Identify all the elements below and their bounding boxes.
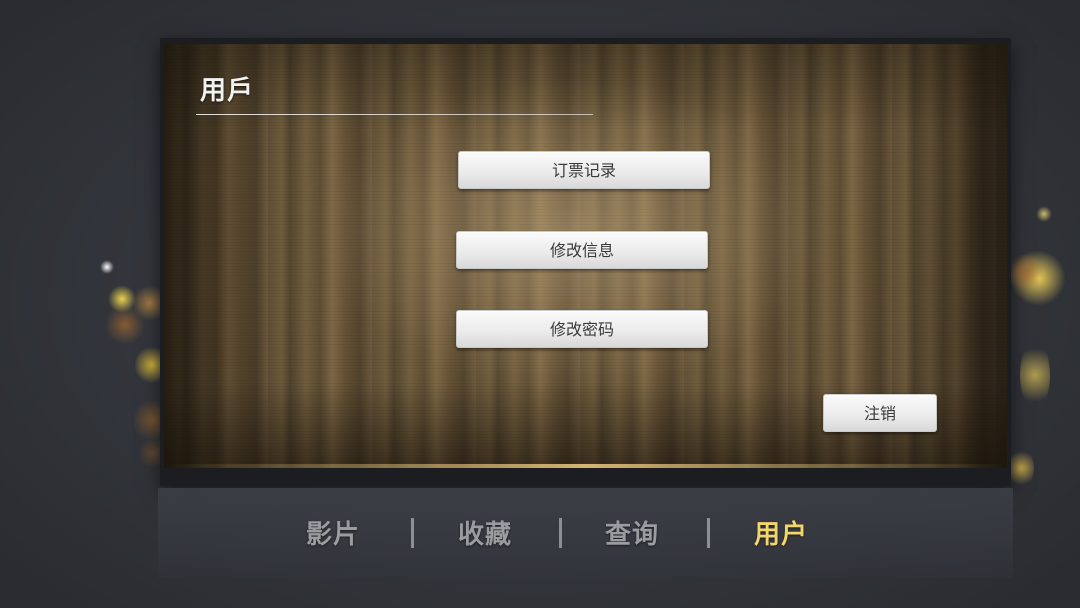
user-panel-frame: 用戶 订票记录 修改信息 修改密码 注销: [160, 38, 1011, 486]
bokeh-light: [100, 260, 114, 274]
bokeh-light: [1036, 206, 1052, 222]
bokeh-light: [1010, 250, 1066, 306]
bottom-nav: 影片 收藏 查询 用户: [158, 488, 1013, 578]
bokeh-light: [1020, 340, 1050, 410]
panel-title: 用戶: [200, 76, 255, 106]
nav-item-movies[interactable]: 影片: [306, 514, 360, 551]
user-panel: 用戶 订票记录 修改信息 修改密码 注销: [164, 44, 1007, 468]
logout-button[interactable]: 注销: [823, 394, 937, 432]
change-password-button[interactable]: 修改密码: [456, 310, 708, 348]
bokeh-light: [1006, 254, 1044, 290]
title-divider: [196, 114, 593, 115]
panel-bottom-glow: [164, 464, 1007, 468]
edit-info-button[interactable]: 修改信息: [456, 231, 708, 269]
nav-separator: [559, 518, 562, 548]
bokeh-light: [108, 285, 136, 313]
screen: 用戶 订票记录 修改信息 修改密码 注销 影片 收藏 查询 用户: [0, 0, 1080, 608]
nav-item-favorites[interactable]: 收藏: [458, 514, 512, 551]
nav-separator: [411, 518, 414, 548]
nav-separator: [707, 518, 710, 548]
bokeh-light: [1008, 448, 1034, 488]
nav-item-search[interactable]: 查询: [605, 514, 659, 551]
booking-records-button[interactable]: 订票记录: [458, 151, 710, 189]
bokeh-light: [105, 305, 145, 345]
nav-item-user[interactable]: 用户: [754, 514, 808, 551]
